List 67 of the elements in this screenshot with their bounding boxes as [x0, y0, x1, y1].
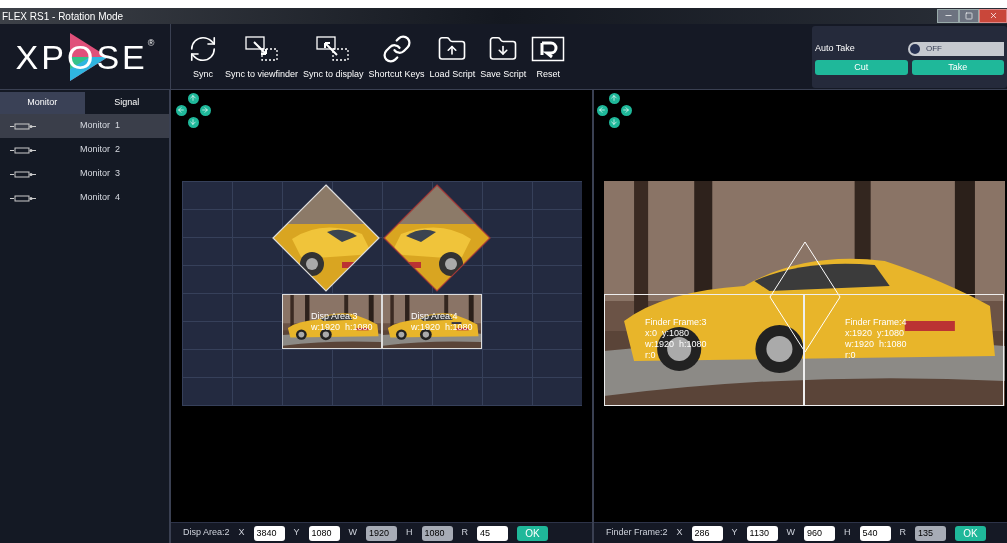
maximize-icon	[965, 11, 973, 20]
rotated-area[interactable]	[383, 184, 491, 292]
footer-title: Finder Frame:2	[606, 526, 668, 540]
toolbar-button[interactable]: Sync to viewfinder	[224, 33, 300, 81]
number-field[interactable]: 286	[691, 525, 723, 541]
connector-icon	[10, 146, 36, 154]
number-field[interactable]: 3840	[253, 525, 285, 541]
frame-rotation: r:0	[845, 350, 857, 361]
area-size: w:1920 h:1080	[411, 322, 473, 333]
field-label: Y	[731, 526, 738, 540]
field-label: R	[899, 526, 907, 540]
left-arrow-button[interactable]	[175, 104, 187, 116]
down-arrow-button[interactable]	[187, 116, 199, 128]
number-field[interactable]: 960	[804, 525, 836, 541]
finder-frame[interactable]: Finder Frame:3 x:0 y:1080 w:1920 h:1080 r:0	[604, 294, 804, 406]
connector-icon	[10, 194, 36, 202]
toolbar-button[interactable]: Reset	[530, 33, 567, 81]
up-arrow-button[interactable]	[608, 92, 620, 104]
number-field[interactable]: 540	[859, 525, 891, 541]
monitor-item[interactable]: Monitor 4	[0, 186, 169, 210]
right-arrow-button[interactable]	[620, 104, 632, 116]
toolbar-button[interactable]: Sync to display	[302, 33, 365, 81]
frame-size: w:1920 h:1080	[845, 339, 907, 350]
auto-take-toggle[interactable]: OFF	[908, 42, 1004, 56]
screen-arrow-icon	[243, 34, 280, 63]
right-arrow-button[interactable]	[199, 104, 211, 116]
field-label: X	[238, 526, 245, 540]
number-field[interactable]: 1080	[308, 525, 340, 541]
field-label: W	[348, 526, 358, 540]
minimize-button[interactable]	[937, 8, 959, 23]
field-label: W	[786, 526, 796, 540]
number-field[interactable]: 45	[477, 525, 509, 541]
field-label: Y	[293, 526, 300, 540]
monitor-item[interactable]: Monitor 2	[0, 138, 169, 162]
field-label: H	[406, 526, 413, 540]
reset-icon	[531, 35, 566, 62]
toolbar-button[interactable]: Sync	[185, 33, 221, 81]
window-title: FLEX RS1 - Rotation Mode	[2, 9, 124, 24]
frame-position: x:1920 y:1080	[845, 328, 906, 339]
close-icon	[988, 11, 998, 20]
field-label: R	[461, 526, 469, 540]
maximize-button[interactable]	[959, 8, 979, 23]
sidebar-tab[interactable]: Monitor	[0, 92, 85, 114]
toolbar-button[interactable]: Load Script	[428, 33, 477, 81]
auto-take-label: Auto Take	[815, 42, 855, 56]
field-label: H	[844, 526, 851, 540]
frame-size: w:1920 h:1080	[645, 339, 707, 350]
frame-rotation: r:0	[645, 350, 657, 361]
connector-icon	[10, 122, 36, 130]
down-arrow-button[interactable]	[608, 116, 620, 128]
toolbar-button[interactable]: Save Script	[479, 33, 528, 81]
screen-arrow-icon	[315, 34, 352, 63]
close-button[interactable]	[979, 8, 1007, 23]
field-label: X	[676, 526, 683, 540]
monitor-item[interactable]: Monitor 3	[0, 162, 169, 186]
up-arrow-button[interactable]	[187, 92, 199, 104]
frame-name: Finder Frame:3	[645, 317, 707, 328]
footer-title: Disp Area:2	[183, 526, 230, 540]
number-field[interactable]: 1130	[746, 525, 778, 541]
toolbar-button[interactable]: Shortcut Keys	[367, 33, 426, 81]
left-arrow-button[interactable]	[596, 104, 608, 116]
monitor-item[interactable]: Monitor 1	[0, 114, 169, 138]
frame-position: x:0 y:1080	[645, 328, 691, 339]
area-size: w:1920 h:1080	[311, 322, 373, 333]
frame-name: Finder Frame:4	[845, 317, 907, 328]
link-icon	[381, 33, 412, 64]
connector-icon	[10, 170, 36, 178]
